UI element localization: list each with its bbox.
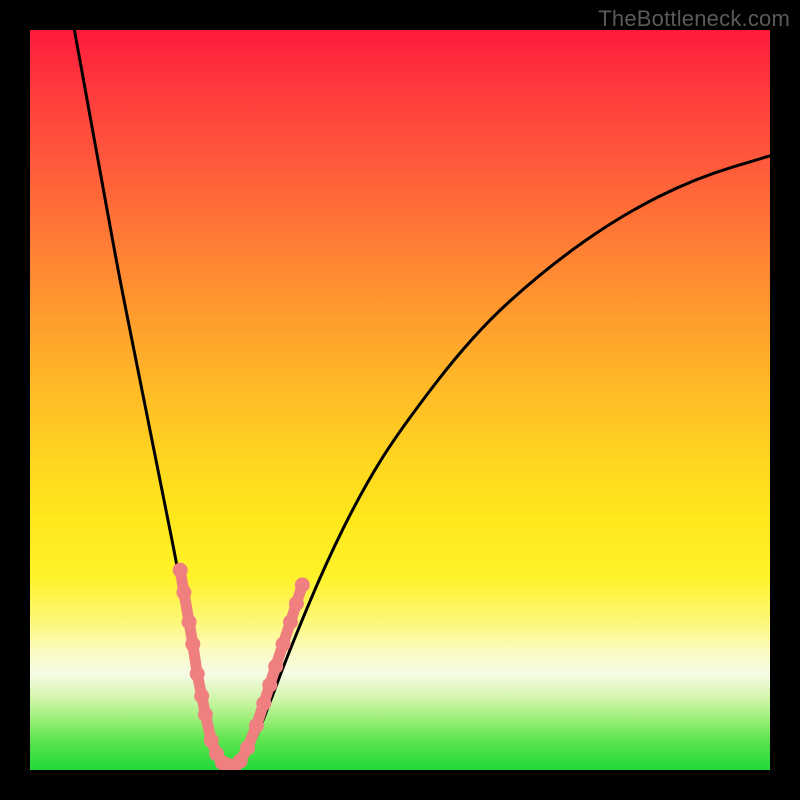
- marker-dot: [276, 637, 290, 651]
- marker-dot: [182, 615, 196, 629]
- marker-dot: [289, 597, 303, 611]
- marker-dot: [284, 615, 298, 629]
- curve-svg: [30, 30, 770, 770]
- marker-dot: [186, 637, 200, 651]
- marker-dot: [269, 659, 283, 673]
- watermark-text: TheBottleneck.com: [598, 6, 790, 32]
- marker-dot: [177, 585, 191, 599]
- bottleneck-curve: [74, 30, 770, 770]
- marker-dot: [204, 733, 218, 747]
- marker-dot: [198, 708, 212, 722]
- marker-group: [173, 563, 309, 770]
- marker-dot: [190, 667, 204, 681]
- marker-dot: [241, 741, 255, 755]
- marker-dot: [195, 689, 209, 703]
- chart-frame: TheBottleneck.com: [0, 0, 800, 800]
- marker-dot: [249, 719, 263, 733]
- marker-dot: [295, 578, 309, 592]
- marker-dot: [263, 678, 277, 692]
- marker-dot: [257, 696, 271, 710]
- marker-dot: [233, 754, 247, 768]
- marker-dot: [173, 563, 187, 577]
- plot-area: [30, 30, 770, 770]
